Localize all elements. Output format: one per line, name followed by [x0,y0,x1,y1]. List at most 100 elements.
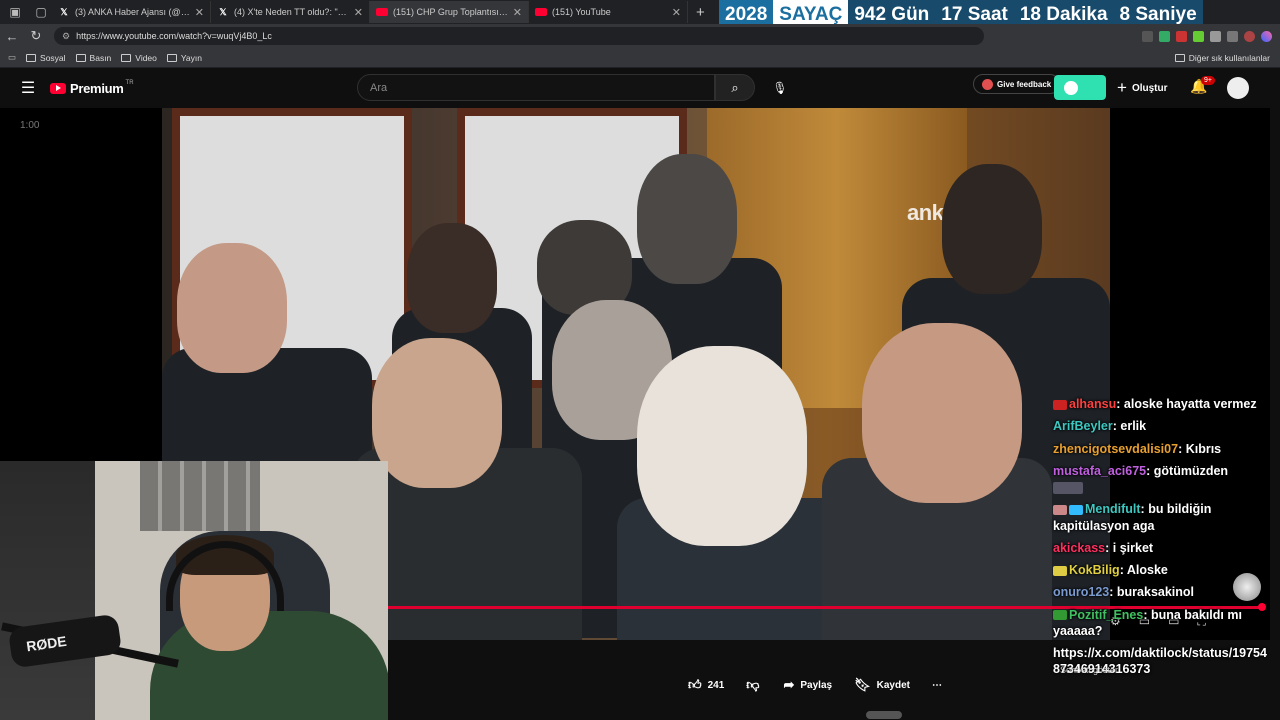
browser-tab-4[interactable]: (151) YouTube ✕ [529,1,688,23]
logo-country: TR [125,80,134,86]
youtube-logo[interactable]: Premium TR [50,80,134,96]
bookmark-label: Video [135,52,157,63]
chat-user: Mendifult [1085,502,1141,517]
feedback-icon [982,78,993,90]
youtube-icon [535,8,547,16]
chat-message: zhencigotsevdalisi07: Kıbrıs [1053,441,1222,456]
youtube-icon [376,8,388,16]
create-button[interactable]: + Oluştur [1117,78,1168,98]
folder-icon [26,53,37,62]
close-icon[interactable]: ✕ [672,6,681,19]
chat-user: alhansu [1069,397,1117,411]
bookmarks-bar: ▭ Sosyal Basın Video Yayın Diğer sık kul… [0,48,1280,68]
save-button[interactable]: 🔖︎ Kaydet [854,677,910,693]
chat-text: aloske hayatta vermez [1123,397,1257,411]
toggle-knob [1064,80,1078,95]
browser-tab-2[interactable]: 𝕏 (4) X'te Neden TT oldu?: "Donald ✕ [211,1,370,23]
close-icon[interactable]: ✕ [354,6,363,19]
tab-title: (151) YouTube [552,7,611,17]
chat-text: Aloske [1126,563,1168,577]
menu-icon[interactable]: ☰ [6,78,50,98]
give-feedback-button[interactable]: Give feedback [973,74,1061,94]
bookmark-folder-sosyal[interactable]: Sosyal [26,53,66,63]
chat-user: onuro123 [1053,585,1110,600]
bookmark-folder-basin[interactable]: Basın [75,52,112,63]
extension-icon[interactable] [1142,30,1153,42]
close-icon[interactable]: ✕ [513,6,522,19]
copilot-icon[interactable] [1261,30,1272,42]
chat-user: Pozitif_Enes [1069,607,1144,622]
save-label: Kaydet [876,679,910,691]
more-options-button[interactable]: ⋯ [932,680,942,691]
extension-icon[interactable] [1227,30,1238,42]
bookmark-folder-video[interactable]: Video [121,53,157,63]
show-chat-button[interactable]: Sohbeti göster [1060,665,1118,675]
chat-text: i şirket [1112,540,1154,555]
back-arrow-icon[interactable]: ← [0,29,24,44]
x-icon: 𝕏 [60,6,68,17]
chat-message: Mendifult: bu bildiğin kapitülasyon aga [1053,502,1212,533]
new-tab-button[interactable]: + [688,4,713,21]
other-bookmarks[interactable]: Diğer sık kullanılanlar [1174,53,1270,63]
person-head [862,323,1022,503]
emote-icon [1069,504,1083,515]
chat-message: akickass: i şirket [1053,540,1154,555]
chat-user: akickass [1053,540,1106,555]
emote-icon [1053,610,1067,621]
chat-user: KokBilig [1069,563,1120,577]
tab-title: (151) CHP Grup Toplantısı / TBMM [393,7,509,17]
emote-icon [1053,565,1067,576]
extension-icon[interactable] [1176,30,1187,42]
tab-title: (3) ANKA Haber Ajansı (@ankaha [75,7,191,17]
profile-icon[interactable] [1244,30,1255,42]
refresh-icon[interactable]: ↻ [24,28,48,44]
search-input[interactable]: Ara [357,74,715,101]
thumbs-down-icon: 👎︎ [746,677,760,692]
bookmark-label: Basın [89,52,112,63]
extension-icon[interactable] [1193,30,1204,42]
bookmark-folder-yayin[interactable]: Yayın [166,52,202,63]
bookmark-icon[interactable]: ▭ [8,52,16,63]
chat-text: erlik [1120,419,1147,434]
plus-icon: + [1117,78,1127,97]
folder-icon [1174,53,1185,62]
search-icon: ⌕ [731,79,739,95]
extension-toggle[interactable] [1054,75,1106,100]
person-head [637,154,737,284]
feedback-label: Give feedback [997,79,1052,89]
mic-icon[interactable]: 🎙 [770,78,790,98]
extension-icon[interactable] [1159,30,1170,42]
chat-message: KokBilig: Aloske [1053,562,1273,578]
share-button[interactable]: ➦ Paylaş [783,677,832,693]
site-info-icon[interactable]: ⚙ [62,31,70,42]
video-actions: 👍︎ 241 👎︎ ➦ Paylaş 🔖︎ Kaydet ⋯ [688,677,964,693]
browser-tab-1[interactable]: 𝕏 (3) ANKA Haber Ajansı (@ankaha ✕ [52,1,211,23]
thumbs-up-icon: 👍︎ [688,677,702,692]
notification-count-badge: 9+ [1201,76,1215,85]
url-text: https://www.youtube.com/watch?v=wuqVj4B0… [76,31,272,41]
more-icon: ⋯ [931,679,942,691]
logo-text: Premium [70,80,124,96]
chat-message: onuro123: buraksakinol [1053,585,1195,600]
workspaces-icon[interactable]: ▣ [4,1,26,23]
emote-icon [1053,481,1083,494]
search-button[interactable]: ⌕ [715,74,755,101]
time-overlay: 1:00 [20,120,40,131]
folder-icon [75,53,86,62]
bookmark-icon: 🔖︎ [854,677,871,692]
chat-user: zhencigotsevdalisi07 [1053,441,1179,456]
bookmark-label: Yayın [180,52,202,63]
url-field[interactable]: ⚙ https://www.youtube.com/watch?v=wuqVj4… [54,27,984,45]
scroll-handle[interactable] [866,711,902,719]
chat-text: götümüzden [1153,463,1229,478]
dislike-button[interactable]: 👎︎ [746,677,765,693]
close-icon[interactable]: ✕ [195,6,204,19]
browser-tab-3[interactable]: (151) CHP Grup Toplantısı / TBMM ✕ [370,1,529,23]
avatar[interactable] [1227,77,1249,99]
like-button[interactable]: 👍︎ 241 [688,677,724,693]
chat-user: ArifBeyler [1053,419,1113,434]
x-icon: 𝕏 [219,6,227,17]
extension-icon[interactable] [1210,30,1221,42]
person-head [407,223,497,333]
tab-actions-icon[interactable]: ▢ [30,1,52,23]
